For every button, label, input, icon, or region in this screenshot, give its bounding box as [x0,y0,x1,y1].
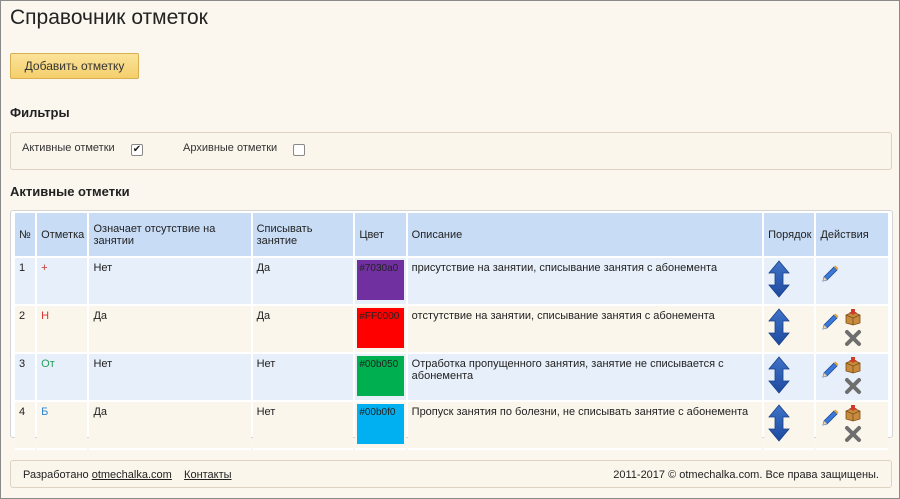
cell-absence: Да [89,306,251,354]
mark-symbol: Б [41,406,49,418]
footer-dev-prefix: Разработано [23,469,89,481]
marks-table-container: № Отметка Означает отсутствие на занятии… [10,210,893,450]
cell-color: #7030a0 [355,258,406,306]
mark-symbol: Н [41,310,50,322]
footer-dev-link[interactable]: otmechalka.com [92,469,172,481]
cell-charge: Да [252,258,354,306]
footer-contacts-link[interactable]: Контакты [184,469,232,481]
box-icon[interactable] [844,308,862,329]
up-down-arrow-icon[interactable] [768,356,790,397]
row-extra-actions [844,356,862,398]
table-row: 3 От Нет Нет #00b050 Отработка пропущенного з… [15,354,888,402]
cell-actions [816,258,888,306]
delete-x-icon[interactable] [844,425,862,446]
cell-charge: Да [252,306,354,354]
box-icon[interactable] [844,404,862,425]
col-actions: Действия [816,213,888,258]
cell-actions [816,402,888,450]
col-mark: Отметка [37,213,88,258]
cell-mark: Н [37,306,88,354]
pencil-icon[interactable] [820,264,840,287]
col-num: № [15,213,36,258]
mark-symbol: От [41,358,55,370]
cell-description: отстутствие на занятии, списывание занят… [407,306,763,354]
cell-actions [816,354,888,402]
pencil-icon[interactable] [820,360,840,383]
cell-actions [816,306,888,354]
table-row: 2 Н Да Да #FF0000 отстутствие на занятии, спи… [15,306,888,354]
active-marks-heading: Активные отметки [10,184,130,199]
mark-symbol: + [41,262,48,274]
cell-absence: Нет [89,258,251,306]
active-filter-checkbox[interactable]: ✔ [131,144,143,156]
footer: Разработано otmechalka.com Контакты 2011… [10,460,892,488]
row-extra-actions [844,404,862,446]
cell-mark: + [37,258,88,306]
footer-developer: Разработано otmechalka.com Контакты [23,469,232,481]
col-color: Цвет [355,213,406,258]
cell-order [764,306,815,354]
col-charge: Списывать занятие [252,213,354,258]
archive-filter-label: Архивные отметки [183,142,278,154]
marks-table: № Отметка Означает отсутствие на занятии… [13,213,890,450]
delete-x-icon[interactable] [844,329,862,350]
cell-color: #FF0000 [355,306,406,354]
cell-charge: Нет [252,402,354,450]
table-header-row: № Отметка Означает отсутствие на занятии… [15,213,888,258]
row-extra-actions [844,308,862,350]
cell-num: 2 [15,306,36,354]
cell-num: 4 [15,402,36,450]
col-absence: Означает отсутствие на занятии [89,213,251,258]
col-order: Порядок [764,213,815,258]
cell-color: #00b0f0 [355,402,406,450]
cell-order [764,258,815,306]
archive-filter-checkbox[interactable] [293,144,305,156]
up-down-arrow-icon[interactable] [768,404,790,445]
up-down-arrow-icon[interactable] [768,308,790,349]
color-swatch: #7030a0 [357,260,404,300]
cell-num: 1 [15,258,36,306]
cell-description: присутствие на занятии, списывание занят… [407,258,763,306]
pencil-icon[interactable] [820,408,840,431]
filters-panel: Активные отметки ✔ Архивные отметки [10,132,892,170]
col-description: Описание [407,213,763,258]
filters-heading: Фильтры [10,105,70,120]
active-filter-label: Активные отметки [22,142,115,154]
color-swatch: #00b050 [357,356,404,396]
table-row: 4 Б Да Нет #00b0f0 Пропуск занятия по болезни… [15,402,888,450]
cell-absence: Нет [89,354,251,402]
page-title: Справочник отметок [10,6,208,29]
delete-x-icon[interactable] [844,377,862,398]
cell-mark: От [37,354,88,402]
cell-absence: Да [89,402,251,450]
pencil-icon[interactable] [820,312,840,335]
cell-description: Отработка пропущенного занятия, занятие … [407,354,763,402]
up-down-arrow-icon[interactable] [768,260,790,301]
cell-description: Пропуск занятия по болезни, не списывать… [407,402,763,450]
cell-num: 3 [15,354,36,402]
add-mark-button[interactable]: Добавить отметку [10,53,139,79]
cell-charge: Нет [252,354,354,402]
cell-color: #00b050 [355,354,406,402]
footer-copyright: 2011-2017 © otmechalka.com. Все права за… [613,469,879,481]
box-icon[interactable] [844,356,862,377]
table-row: 1 + Нет Да #7030a0 присутствие на занятии, сп… [15,258,888,306]
color-swatch: #00b0f0 [357,404,404,444]
cell-order [764,354,815,402]
color-swatch: #FF0000 [357,308,404,348]
cell-mark: Б [37,402,88,450]
cell-order [764,402,815,450]
